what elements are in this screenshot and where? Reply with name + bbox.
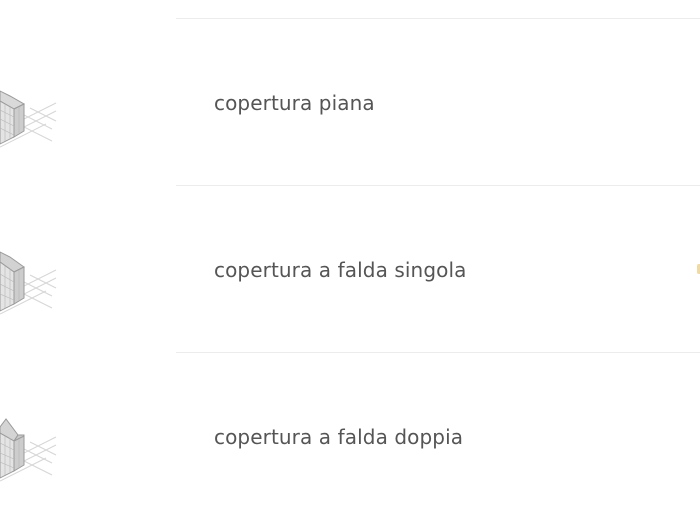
double-pitch-roof-building-icon	[0, 387, 60, 487]
option-single-pitch-roof[interactable]: copertura a falda singola	[0, 186, 700, 353]
flat-roof-building-icon	[0, 53, 60, 153]
option-label: copertura a falda singola	[214, 257, 467, 282]
roof-type-selector: copertura piana copertura a falda singol…	[0, 0, 700, 525]
option-label: copertura piana	[214, 90, 375, 115]
option-double-pitch-roof[interactable]: copertura a falda doppia	[0, 353, 700, 520]
option-flat-roof[interactable]: copertura piana	[0, 19, 700, 186]
single-pitch-roof-building-icon	[0, 220, 60, 320]
option-label: copertura a falda doppia	[214, 424, 464, 449]
